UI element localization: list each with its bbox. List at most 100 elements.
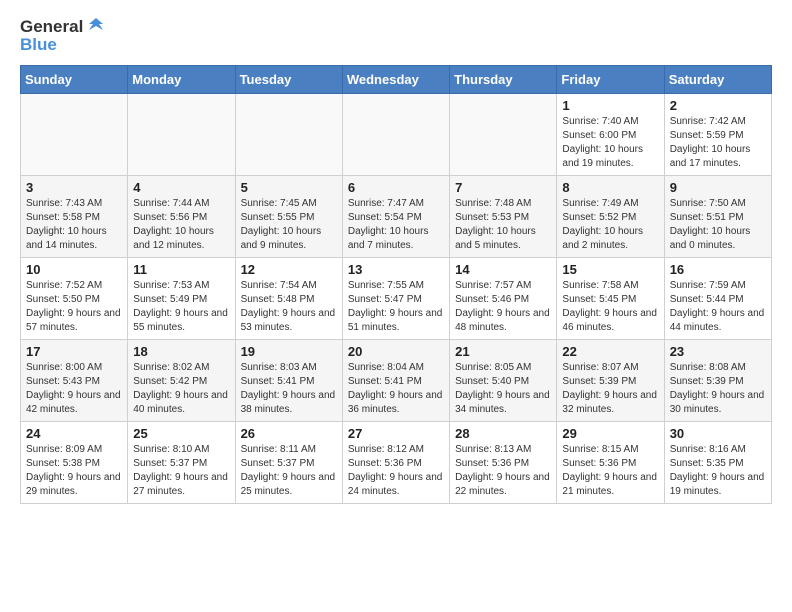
calendar-cell: 29 Sunrise: 8:15 AM Sunset: 5:36 PM Dayli… (557, 421, 664, 503)
day-info: Sunrise: 8:16 AM Sunset: 5:35 PM Dayligh… (670, 443, 766, 499)
day-number: 6 (348, 180, 444, 195)
calendar-cell: 5 Sunrise: 7:45 AM Sunset: 5:55 PM Daylig… (235, 175, 342, 257)
calendar-cell: 7 Sunrise: 7:48 AM Sunset: 5:53 PM Daylig… (450, 175, 557, 257)
day-number: 8 (562, 180, 658, 195)
calendar-cell: 21 Sunrise: 8:05 AM Sunset: 5:40 PM Dayli… (450, 339, 557, 421)
calendar-cell: 15 Sunrise: 7:58 AM Sunset: 5:45 PM Dayli… (557, 257, 664, 339)
day-info: Sunrise: 8:03 AM Sunset: 5:41 PM Dayligh… (241, 361, 337, 417)
day-number: 9 (670, 180, 766, 195)
calendar-cell (21, 93, 128, 175)
day-info: Sunrise: 7:53 AM Sunset: 5:49 PM Dayligh… (133, 279, 229, 335)
day-number: 19 (241, 344, 337, 359)
weekday-header-wednesday: Wednesday (342, 65, 449, 93)
calendar-cell: 26 Sunrise: 8:11 AM Sunset: 5:37 PM Dayli… (235, 421, 342, 503)
day-number: 7 (455, 180, 551, 195)
day-info: Sunrise: 7:45 AM Sunset: 5:55 PM Dayligh… (241, 197, 337, 253)
calendar-cell: 18Sunrise: 8:02 AM Sunset: 5:42 PM Dayli… (128, 339, 235, 421)
calendar-cell: 27Sunrise: 8:12 AM Sunset: 5:36 PM Dayli… (342, 421, 449, 503)
day-info: Sunrise: 8:07 AM Sunset: 5:39 PM Dayligh… (562, 361, 658, 417)
calendar-cell: 10Sunrise: 7:52 AM Sunset: 5:50 PM Dayli… (21, 257, 128, 339)
day-info: Sunrise: 7:47 AM Sunset: 5:54 PM Dayligh… (348, 197, 444, 253)
weekday-header-row: SundayMondayTuesdayWednesdayThursdayFrid… (21, 65, 772, 93)
day-info: Sunrise: 8:13 AM Sunset: 5:36 PM Dayligh… (455, 443, 551, 499)
day-number: 24 (26, 426, 122, 441)
calendar-cell: 22 Sunrise: 8:07 AM Sunset: 5:39 PM Dayli… (557, 339, 664, 421)
calendar-cell: 28 Sunrise: 8:13 AM Sunset: 5:36 PM Dayli… (450, 421, 557, 503)
day-number: 30 (670, 426, 766, 441)
day-info: Sunrise: 8:10 AM Sunset: 5:37 PM Dayligh… (133, 443, 229, 499)
header: General Blue (20, 16, 772, 55)
day-number: 12 (241, 262, 337, 277)
day-info: Sunrise: 7:57 AM Sunset: 5:46 PM Dayligh… (455, 279, 551, 335)
day-info: Sunrise: 7:44 AM Sunset: 5:56 PM Dayligh… (133, 197, 229, 253)
calendar-cell: 23 Sunrise: 8:08 AM Sunset: 5:39 PM Dayli… (664, 339, 771, 421)
day-number: 5 (241, 180, 337, 195)
calendar-cell: 25 Sunrise: 8:10 AM Sunset: 5:37 PM Dayli… (128, 421, 235, 503)
day-info: Sunrise: 8:08 AM Sunset: 5:39 PM Dayligh… (670, 361, 766, 417)
logo: General Blue (20, 16, 107, 55)
day-number: 11 (133, 262, 229, 277)
day-number: 20 (348, 344, 444, 359)
calendar-cell: 2Sunrise: 7:42 AM Sunset: 5:59 PM Daylig… (664, 93, 771, 175)
calendar-cell: 13Sunrise: 7:55 AM Sunset: 5:47 PM Dayli… (342, 257, 449, 339)
calendar-cell: 11 Sunrise: 7:53 AM Sunset: 5:49 PM Dayli… (128, 257, 235, 339)
day-number: 1 (562, 98, 658, 113)
calendar-cell: 6 Sunrise: 7:47 AM Sunset: 5:54 PM Daylig… (342, 175, 449, 257)
calendar-cell: 30 Sunrise: 8:16 AM Sunset: 5:35 PM Dayli… (664, 421, 771, 503)
day-number: 15 (562, 262, 658, 277)
day-info: Sunrise: 8:09 AM Sunset: 5:38 PM Dayligh… (26, 443, 122, 499)
day-number: 23 (670, 344, 766, 359)
day-number: 17 (26, 344, 122, 359)
calendar-cell: 9 Sunrise: 7:50 AM Sunset: 5:51 PM Daylig… (664, 175, 771, 257)
calendar-cell: 17Sunrise: 8:00 AM Sunset: 5:43 PM Dayli… (21, 339, 128, 421)
calendar-cell: 4 Sunrise: 7:44 AM Sunset: 5:56 PM Daylig… (128, 175, 235, 257)
day-info: Sunrise: 7:58 AM Sunset: 5:45 PM Dayligh… (562, 279, 658, 335)
logo-blue: Blue (20, 36, 57, 55)
calendar-table: SundayMondayTuesdayWednesdayThursdayFrid… (20, 65, 772, 504)
day-info: Sunrise: 8:02 AM Sunset: 5:42 PM Dayligh… (133, 361, 229, 417)
day-number: 22 (562, 344, 658, 359)
page-container: General Blue SundayMondayTuesdayWednesda… (0, 0, 792, 514)
day-info: Sunrise: 7:48 AM Sunset: 5:53 PM Dayligh… (455, 197, 551, 253)
calendar-cell (235, 93, 342, 175)
weekday-header-sunday: Sunday (21, 65, 128, 93)
day-number: 28 (455, 426, 551, 441)
calendar-cell (450, 93, 557, 175)
weekday-header-monday: Monday (128, 65, 235, 93)
calendar-cell: 19 Sunrise: 8:03 AM Sunset: 5:41 PM Dayli… (235, 339, 342, 421)
day-number: 29 (562, 426, 658, 441)
day-info: Sunrise: 8:11 AM Sunset: 5:37 PM Dayligh… (241, 443, 337, 499)
calendar-cell: 20 Sunrise: 8:04 AM Sunset: 5:41 PM Dayli… (342, 339, 449, 421)
day-info: Sunrise: 7:49 AM Sunset: 5:52 PM Dayligh… (562, 197, 658, 253)
calendar-cell: 12 Sunrise: 7:54 AM Sunset: 5:48 PM Dayli… (235, 257, 342, 339)
day-number: 21 (455, 344, 551, 359)
weekday-header-saturday: Saturday (664, 65, 771, 93)
day-number: 16 (670, 262, 766, 277)
day-info: Sunrise: 8:15 AM Sunset: 5:36 PM Dayligh… (562, 443, 658, 499)
calendar-cell: 3Sunrise: 7:43 AM Sunset: 5:58 PM Daylig… (21, 175, 128, 257)
day-info: Sunrise: 7:42 AM Sunset: 5:59 PM Dayligh… (670, 115, 766, 171)
calendar-cell: 8 Sunrise: 7:49 AM Sunset: 5:52 PM Daylig… (557, 175, 664, 257)
calendar-cell: 24 Sunrise: 8:09 AM Sunset: 5:38 PM Dayli… (21, 421, 128, 503)
day-info: Sunrise: 8:05 AM Sunset: 5:40 PM Dayligh… (455, 361, 551, 417)
week-row-3: 10Sunrise: 7:52 AM Sunset: 5:50 PM Dayli… (21, 257, 772, 339)
day-info: Sunrise: 7:54 AM Sunset: 5:48 PM Dayligh… (241, 279, 337, 335)
weekday-header-tuesday: Tuesday (235, 65, 342, 93)
calendar-cell (128, 93, 235, 175)
day-number: 13 (348, 262, 444, 277)
day-info: Sunrise: 7:50 AM Sunset: 5:51 PM Dayligh… (670, 197, 766, 253)
day-info: Sunrise: 7:43 AM Sunset: 5:58 PM Dayligh… (26, 197, 122, 253)
logo-general: General (20, 18, 83, 37)
day-info: Sunrise: 8:12 AM Sunset: 5:36 PM Dayligh… (348, 443, 444, 499)
week-row-4: 17Sunrise: 8:00 AM Sunset: 5:43 PM Dayli… (21, 339, 772, 421)
day-number: 4 (133, 180, 229, 195)
calendar-cell: 14Sunrise: 7:57 AM Sunset: 5:46 PM Dayli… (450, 257, 557, 339)
day-number: 25 (133, 426, 229, 441)
calendar-cell: 16Sunrise: 7:59 AM Sunset: 5:44 PM Dayli… (664, 257, 771, 339)
day-number: 26 (241, 426, 337, 441)
logo-bird-icon (85, 16, 107, 38)
week-row-1: 1Sunrise: 7:40 AM Sunset: 6:00 PM Daylig… (21, 93, 772, 175)
logo-wordmark: General Blue (20, 16, 107, 55)
day-number: 10 (26, 262, 122, 277)
day-info: Sunrise: 8:04 AM Sunset: 5:41 PM Dayligh… (348, 361, 444, 417)
